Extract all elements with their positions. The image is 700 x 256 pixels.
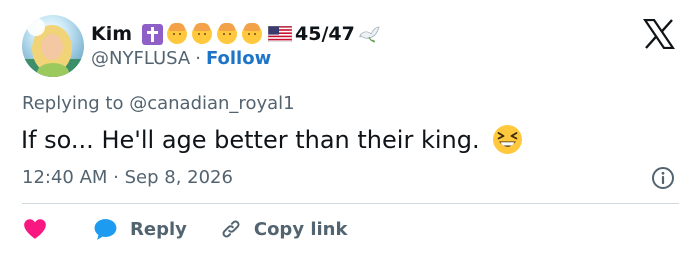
link-icon [222,220,240,238]
separator-dot: · [195,48,201,69]
reply-button[interactable]: Reply [92,216,187,243]
speech-bubble-icon [94,218,117,240]
replying-to-prefix: Replying to [22,93,130,114]
latin-cross-icon [142,23,164,45]
tweet-timestamp[interactable]: 12:40 AM · Sep 8, 2026 [22,167,233,188]
baby-face-icon [217,23,238,44]
tweet-card: Kim 45/47 @NYFLUSA · Follow Replying to … [0,0,700,256]
author-handle-row: @NYFLUSA · Follow [91,48,271,69]
tweet-text: If so... He'll age better than their kin… [21,125,480,154]
author-handle[interactable]: @NYFLUSA [91,48,190,69]
author-count-text: 45/47 [295,23,355,45]
copy-link-label: Copy link [253,218,348,240]
tweet-body: If so... He'll age better than their kin… [21,124,523,155]
baby-face-icon [167,23,188,44]
x-logo-icon[interactable] [643,19,675,49]
divider [22,203,679,204]
heart-icon [24,219,46,239]
baby-face-icon [192,23,213,44]
baby-face-icon [242,23,263,44]
like-button[interactable] [22,215,50,243]
replying-to-line: Replying to @canadian_royal1 [22,93,295,114]
reply-label: Reply [130,218,187,240]
copy-link-button[interactable]: Copy link [219,217,348,241]
grinning-squinting-face-icon [492,124,523,155]
follow-button[interactable]: Follow [206,48,271,69]
avatar[interactable] [22,15,84,77]
us-flag-icon [268,26,293,42]
dove-icon [357,24,381,44]
author-display-name[interactable]: Kim [91,23,132,45]
info-icon[interactable] [651,166,675,190]
author-name-row: Kim 45/47 [91,20,383,48]
tweet-actions: Reply Copy link [22,214,347,244]
reply-target-handle[interactable]: @canadian_royal1 [129,93,294,114]
